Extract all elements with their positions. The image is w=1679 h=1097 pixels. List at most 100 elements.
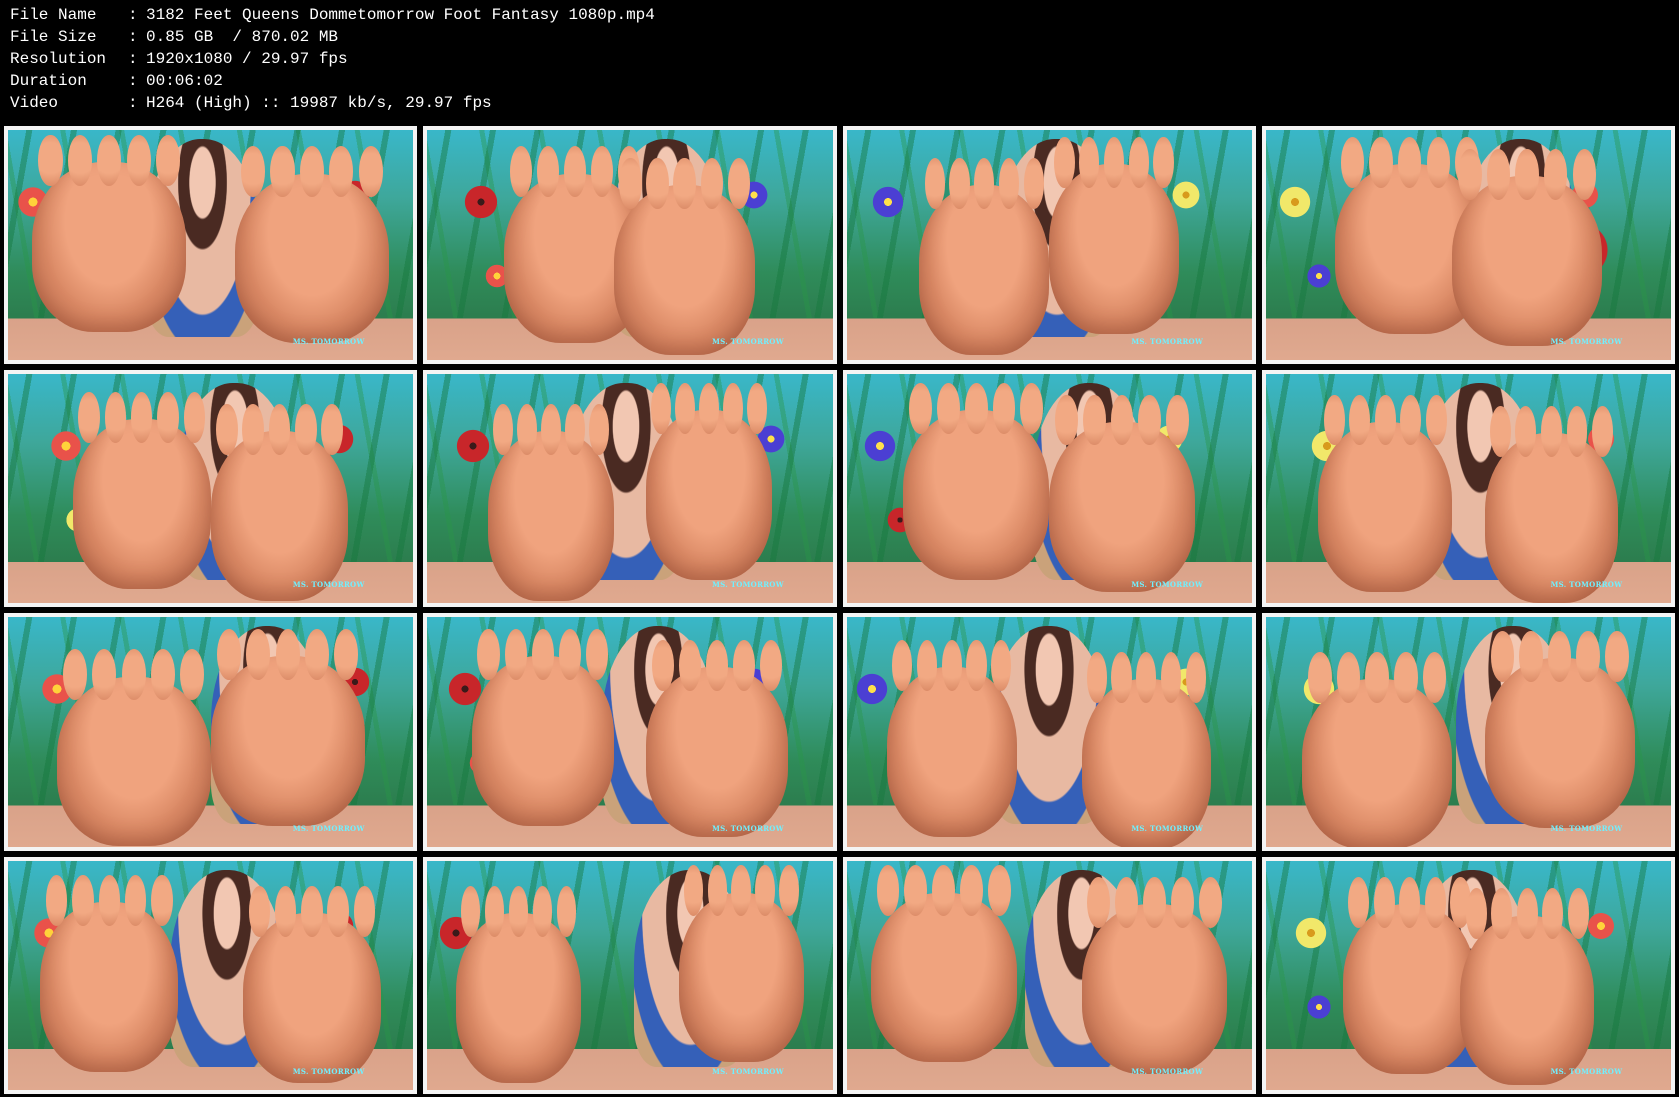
- toe-shape: [1605, 631, 1629, 683]
- toe-shape: [1373, 876, 1395, 928]
- thumbnail-frame: MS. TOMORROW: [427, 617, 833, 847]
- toe-shape: [998, 157, 1020, 209]
- toe-shape: [1374, 394, 1396, 446]
- toe-shape: [960, 865, 983, 917]
- toe-shape: [760, 640, 783, 692]
- info-label: Resolution: [10, 50, 107, 68]
- toe-shape: [1547, 631, 1572, 683]
- foot-shape: [1484, 405, 1619, 603]
- info-value: 1920x1080 / 29.97 fps: [146, 50, 348, 68]
- watermark-text: MS. TOMORROW: [712, 336, 784, 346]
- toe-shape: [274, 886, 297, 938]
- toe-shape: [974, 157, 995, 209]
- info-row-duration: Duration:00:06:02: [10, 70, 1660, 92]
- toe-shape: [508, 886, 529, 938]
- toe-shape: [270, 146, 295, 198]
- toe-shape: [1153, 137, 1174, 189]
- thumbnail-frame: MS. TOMORROW: [427, 860, 833, 1090]
- toe-shape: [1198, 876, 1222, 928]
- toe-shape: [1572, 148, 1597, 200]
- video-thumbnail: MS. TOMORROW: [423, 369, 837, 607]
- toe-shape: [1054, 137, 1075, 189]
- toe-shape: [932, 865, 956, 917]
- toe-shape: [509, 146, 533, 198]
- toe-shape: [493, 403, 513, 455]
- video-thumbnail: MS. TOMORROW: [842, 856, 1256, 1094]
- toe-shape: [358, 146, 383, 198]
- toe-shape: [1115, 876, 1139, 928]
- toe-shape: [156, 134, 181, 186]
- watermark-text: MS. TOMORROW: [1550, 336, 1623, 346]
- toes-row: [493, 403, 609, 455]
- watermark-text: MS. TOMORROW: [712, 580, 784, 590]
- toes-row: [216, 403, 343, 455]
- toes-row: [1087, 876, 1222, 928]
- toe-shape: [651, 640, 674, 692]
- watermark-text: MS. TOMORROW: [1131, 823, 1204, 833]
- toe-shape: [301, 886, 323, 938]
- toes-row: [651, 383, 767, 434]
- file-info-header: File Name:3182 Feet Queens Dommetomorrow…: [10, 4, 1660, 120]
- watermark-text: MS. TOMORROW: [292, 823, 365, 833]
- toes-row: [892, 640, 1012, 692]
- toe-shape: [964, 383, 988, 434]
- toe-shape: [295, 403, 317, 455]
- toe-shape: [268, 403, 291, 455]
- toes-row: [1054, 137, 1174, 189]
- toe-shape: [130, 392, 153, 444]
- toe-shape: [304, 628, 330, 680]
- toe-shape: [1567, 888, 1589, 940]
- toe-shape: [732, 640, 756, 692]
- toes-row: [876, 865, 1011, 917]
- thumbnail-frame: MS. TOMORROW: [1265, 617, 1671, 847]
- toe-shape: [183, 392, 206, 444]
- toe-shape: [1516, 888, 1538, 940]
- watermark-text: MS. TOMORROW: [1131, 336, 1204, 346]
- toe-shape: [1308, 651, 1332, 703]
- watermark-text: MS. TOMORROW: [1550, 823, 1623, 833]
- video-thumbnail: MS. TOMORROW: [423, 126, 837, 364]
- video-thumbnail: MS. TOMORROW: [423, 856, 837, 1094]
- toe-shape: [1491, 888, 1513, 940]
- toe-shape: [1348, 876, 1369, 928]
- toes-row: [1490, 631, 1629, 683]
- toes-row: [909, 383, 1044, 434]
- thumbnail-grid: MS. TOMORROW MS. TOMORROW MS. TOMORROW MS. …: [4, 126, 1675, 1094]
- watermark-text: MS. TOMORROW: [712, 1067, 784, 1077]
- toes-row: [1348, 876, 1472, 928]
- toe-shape: [558, 628, 581, 680]
- toe-shape: [1082, 394, 1106, 446]
- info-separator: :: [128, 6, 138, 24]
- toe-shape: [151, 874, 173, 926]
- info-separator: :: [128, 72, 138, 90]
- toes-row: [1308, 651, 1447, 703]
- toe-shape: [675, 383, 695, 434]
- toe-shape: [329, 146, 354, 198]
- toe-shape: [241, 146, 266, 198]
- toe-shape: [1110, 394, 1134, 446]
- toe-shape: [1394, 651, 1418, 703]
- flower-decoration: [1294, 915, 1329, 950]
- info-row-resolution: Resolution:1920x1080 / 29.97 fps: [10, 48, 1660, 70]
- thumbnail-frame: MS. TOMORROW: [8, 617, 414, 847]
- toe-shape: [532, 886, 553, 938]
- toe-shape: [707, 865, 728, 917]
- flower-decoration: [447, 672, 482, 707]
- info-row-file-name: File Name:3182 Feet Queens Dommetomorrow…: [10, 4, 1660, 26]
- info-value: 0.85 GB / 870.02 MB: [146, 28, 339, 46]
- toe-shape: [988, 865, 1011, 917]
- flower-decoration: [463, 185, 498, 220]
- toes-row: [78, 392, 206, 444]
- thumbnail-frame: MS. TOMORROW: [8, 130, 414, 360]
- toes-row: [651, 640, 783, 692]
- watermark-text: MS. TOMORROW: [1550, 1067, 1623, 1077]
- toes-row: [1323, 394, 1447, 446]
- toe-shape: [321, 403, 343, 455]
- toe-shape: [1490, 631, 1515, 683]
- video-thumbnail: MS. TOMORROW: [842, 126, 1256, 364]
- toes-row: [683, 865, 800, 917]
- toe-shape: [556, 886, 577, 938]
- toe-shape: [1340, 137, 1365, 189]
- foot-shape: [1342, 876, 1477, 1074]
- toes-row: [924, 157, 1044, 209]
